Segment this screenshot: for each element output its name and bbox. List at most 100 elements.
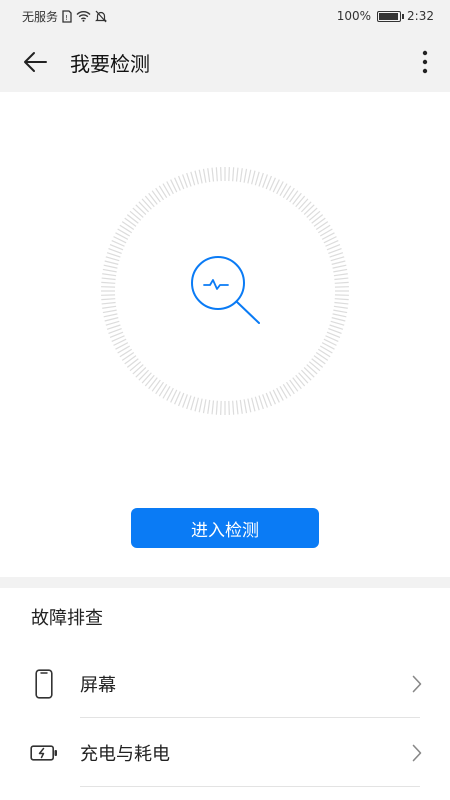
dial-tick bbox=[101, 277, 116, 281]
diagnose-magnifier-icon bbox=[191, 256, 260, 324]
dial-tick bbox=[104, 317, 119, 322]
dial-tick bbox=[194, 170, 199, 185]
dial-tick bbox=[262, 174, 268, 188]
dial-tick bbox=[254, 396, 260, 411]
dial-tick bbox=[328, 328, 342, 334]
dial-tick bbox=[144, 374, 155, 387]
dial-tick bbox=[243, 399, 248, 414]
status-bar: 无服务 ! 100% 2:32 bbox=[0, 0, 450, 32]
clock: 2:32 bbox=[407, 9, 434, 23]
dial-tick bbox=[331, 317, 346, 322]
dial-tick bbox=[247, 169, 252, 184]
divider bbox=[80, 786, 420, 787]
phone-icon bbox=[0, 669, 80, 699]
dial-tick bbox=[129, 210, 142, 221]
dial-tick bbox=[292, 377, 302, 390]
dial-tick bbox=[303, 366, 315, 378]
page-title: 我要检测 bbox=[70, 51, 150, 76]
dial-tick bbox=[235, 167, 239, 182]
dial-tick bbox=[239, 168, 243, 183]
list-item-label: 充电与耗电 bbox=[80, 744, 170, 765]
chevron-right-icon bbox=[412, 744, 422, 762]
dial-tick bbox=[190, 396, 196, 411]
dial-tick bbox=[300, 201, 312, 213]
dial-tick bbox=[202, 168, 207, 183]
dial-tick bbox=[126, 358, 139, 368]
dial-tick bbox=[311, 214, 324, 224]
dial-tick bbox=[251, 397, 256, 412]
list-item-charging[interactable]: 充电与耗电 bbox=[0, 719, 450, 787]
dial-tick bbox=[333, 305, 348, 309]
chevron-right-icon bbox=[412, 675, 422, 693]
dial-tick bbox=[182, 174, 188, 188]
dial-tick bbox=[141, 372, 152, 384]
svg-text:!: ! bbox=[65, 14, 68, 22]
dial-tick bbox=[106, 252, 121, 258]
dial-tick bbox=[101, 301, 116, 305]
dial-tick bbox=[295, 195, 306, 208]
dial-tick bbox=[258, 172, 264, 187]
start-detection-button[interactable]: 进入检测 bbox=[131, 508, 319, 548]
dial-tick bbox=[182, 394, 188, 408]
back-button[interactable] bbox=[0, 32, 70, 92]
dial-tick bbox=[211, 167, 215, 182]
dial-tick bbox=[329, 324, 344, 330]
dial-tick bbox=[331, 260, 346, 265]
dial-tick bbox=[103, 313, 118, 318]
more-options-button[interactable] bbox=[400, 32, 450, 92]
dial-tick bbox=[334, 277, 349, 281]
dial-tick bbox=[247, 398, 252, 413]
dial-tick bbox=[148, 377, 158, 390]
detection-dial bbox=[101, 167, 349, 415]
battery-percent: 100% bbox=[336, 9, 372, 23]
dial-tick bbox=[308, 210, 321, 221]
dial-tick bbox=[135, 366, 147, 378]
dial-tick bbox=[135, 204, 147, 216]
section-title: 故障排查 bbox=[31, 608, 103, 629]
troubleshoot-section: 故障排查 屏幕 充电与耗电 bbox=[0, 588, 450, 800]
dial-tick bbox=[300, 369, 312, 381]
dial-tick bbox=[106, 324, 121, 330]
dial-tick bbox=[334, 298, 349, 301]
dial-tick bbox=[138, 201, 150, 213]
dial-tick bbox=[308, 361, 321, 372]
dial-tick bbox=[144, 195, 155, 208]
dial-tick bbox=[103, 264, 118, 269]
dial-tick bbox=[207, 399, 211, 414]
dial-tick bbox=[333, 273, 348, 277]
dial-tick bbox=[332, 313, 347, 318]
dial-tick bbox=[198, 398, 203, 413]
list-item-screen[interactable]: 屏幕 bbox=[0, 650, 450, 718]
dial-tick bbox=[105, 320, 120, 326]
divider bbox=[80, 717, 420, 718]
list-item-label: 屏幕 bbox=[80, 675, 116, 696]
dial-tick bbox=[243, 168, 248, 183]
dial-tick bbox=[254, 171, 260, 186]
dial-tick bbox=[108, 248, 122, 254]
dial-tick bbox=[194, 397, 199, 412]
dial-tick bbox=[311, 358, 324, 368]
dial-tick bbox=[235, 400, 239, 415]
dial-ticks bbox=[101, 167, 349, 415]
dial-tick bbox=[104, 260, 119, 265]
dial-tick bbox=[306, 207, 318, 218]
dial-tick bbox=[102, 305, 117, 309]
dial-tick bbox=[239, 399, 243, 414]
app-bar: 我要检测 bbox=[0, 32, 450, 92]
dial-tick bbox=[207, 168, 211, 183]
dial-tick bbox=[251, 170, 256, 185]
arrow-left-icon bbox=[24, 52, 47, 72]
dial-tick bbox=[132, 207, 144, 218]
dial-tick bbox=[215, 400, 218, 415]
dial-tick bbox=[295, 374, 306, 387]
dial-tick bbox=[108, 328, 122, 334]
dial-tick bbox=[190, 171, 196, 186]
dial-tick bbox=[186, 172, 192, 187]
dial-tick bbox=[101, 298, 116, 301]
dial-tick bbox=[186, 395, 192, 410]
dial-tick bbox=[202, 399, 207, 414]
sim-icon: ! bbox=[62, 9, 72, 23]
dial-tick bbox=[333, 309, 348, 314]
dial-tick bbox=[334, 281, 349, 284]
dial-tick bbox=[332, 264, 347, 269]
